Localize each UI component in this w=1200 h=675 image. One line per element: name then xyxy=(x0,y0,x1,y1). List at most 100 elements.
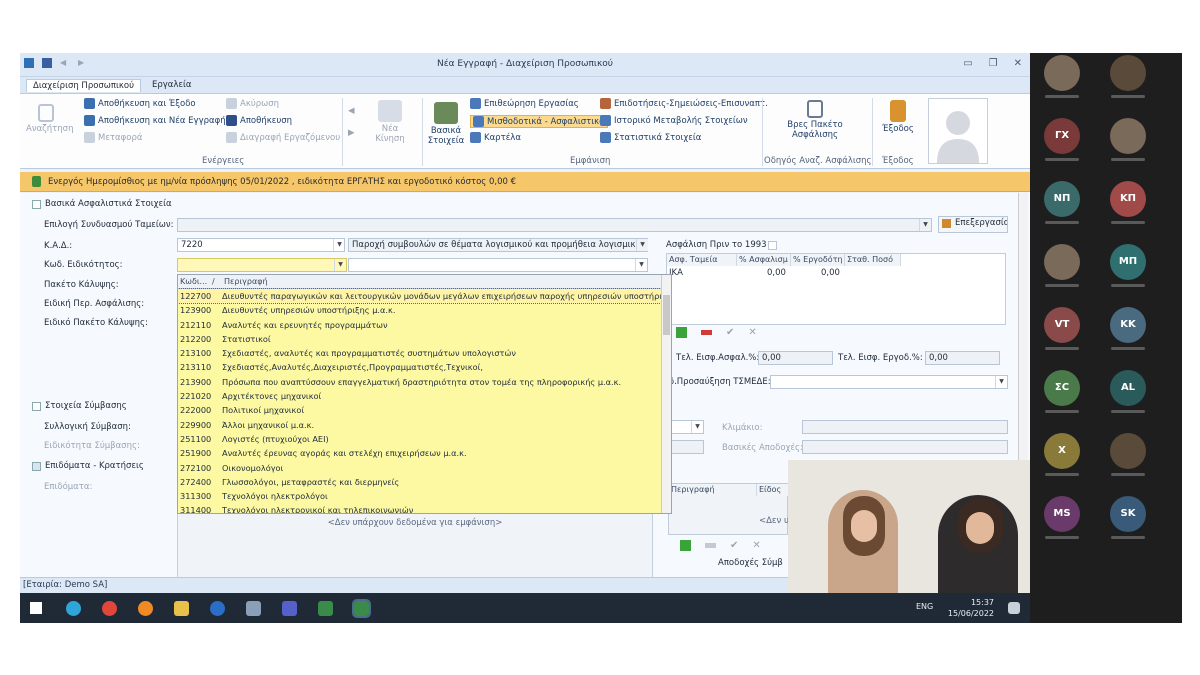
list-item[interactable]: 311300 Τεχνολόγοι ηλεκτρολόγοι xyxy=(178,489,671,503)
add-icon[interactable] xyxy=(676,327,687,338)
cancel-button[interactable]: Ακύρωση xyxy=(226,98,279,109)
section-benefits[interactable]: Επιδόματα - Κρατήσεις xyxy=(32,461,144,471)
kad-description-field[interactable]: Παροχή συμβουλών σε θέματα λογισμικού κα… xyxy=(348,238,648,252)
specialty-description-field[interactable]: ▼ xyxy=(348,258,648,272)
section-contract[interactable]: Στοιχεία Σύμβασης xyxy=(32,401,127,411)
specialty-dropdown-list[interactable]: Κωδι... / Περιγραφή 122700 Διευθυντές παρ… xyxy=(177,274,672,514)
edit-button[interactable]: Επεξεργασία xyxy=(938,216,1008,233)
list-item[interactable]: 251100 Λογιστές (πτυχιούχοι ΑΕΙ) xyxy=(178,432,671,446)
close-icon[interactable]: ✕ xyxy=(752,540,760,551)
participant-avatar[interactable] xyxy=(1110,433,1146,469)
participant-initials-avatar[interactable]: ΚΚ xyxy=(1110,307,1146,343)
check-icon[interactable]: ✔ xyxy=(730,540,738,551)
kad-dropdown[interactable]: ▼ xyxy=(332,239,345,251)
list-item[interactable]: 213110 Σχεδιαστές,Αναλυτές,Διαχειριστές,Π… xyxy=(178,360,671,374)
list-item[interactable]: 222000 Πολιτικοί μηχανικοί xyxy=(178,403,671,417)
close-icon[interactable]: ✕ xyxy=(1014,58,1022,69)
tel-erg-field[interactable]: 0,00 xyxy=(925,351,1000,365)
tab-personnel[interactable]: Διαχείριση Προσωπικού xyxy=(26,79,142,92)
save-exit-button[interactable]: Αποθήκευση και Έξοδο xyxy=(84,98,196,109)
clock[interactable]: 15:37 15/06/2022 xyxy=(948,597,994,619)
participant-initials-avatar[interactable]: ΓΧ xyxy=(1044,118,1080,154)
participant-initials-avatar[interactable]: SK xyxy=(1110,496,1146,532)
app-icon[interactable] xyxy=(246,601,261,616)
code-column-header[interactable]: Κωδι... xyxy=(180,277,207,286)
participant-avatar[interactable] xyxy=(1110,55,1146,91)
participant-avatar[interactable] xyxy=(1044,55,1080,91)
participant-initials-avatar[interactable]: Χ xyxy=(1044,433,1080,469)
list-item[interactable]: 221020 Αρχιτέκτονες μηχανικοί xyxy=(178,389,671,403)
kad-desc-dropdown[interactable]: ▼ xyxy=(635,239,648,251)
list-item[interactable]: 122700 Διευθυντές παραγωγικών και λειτουρ… xyxy=(178,287,671,305)
list-item[interactable]: 123900 Διευθυντές υπηρεσιών υποστήριξης μ… xyxy=(178,303,671,317)
transfer-button[interactable]: Μεταφορά xyxy=(84,132,142,143)
firefox-icon[interactable] xyxy=(138,601,153,616)
insured-before-1993-checkbox[interactable] xyxy=(768,241,777,250)
history-button[interactable]: Ιστορικό Μεταβολής Στοιχείων xyxy=(600,115,748,126)
list-item[interactable]: 212200 Στατιστικοί xyxy=(178,332,671,346)
prev-arrow-icon[interactable]: ◀ xyxy=(348,106,355,116)
section-basic-insurance[interactable]: Βασικά Ασφαλιστικά Στοιχεία xyxy=(32,199,172,209)
payroll-insurance-button[interactable]: Μισθοδοτικά - Ασφαλιστικά xyxy=(470,115,608,128)
list-item[interactable]: 251900 Αναλυτές έρευνας αγοράς και στελέχ… xyxy=(178,446,671,460)
next-arrow-icon[interactable]: ▶ xyxy=(348,128,355,138)
add-icon[interactable] xyxy=(680,540,691,551)
search-button[interactable]: Αναζήτηση xyxy=(26,104,73,134)
list-item[interactable]: 213100 Σχεδιαστές, αναλυτές και προγραμμα… xyxy=(178,346,671,360)
delete-employee-button[interactable]: Διαγραφή Εργαζόμενου xyxy=(226,132,340,143)
participant-initials-avatar[interactable]: MS xyxy=(1044,496,1080,532)
list-item[interactable]: 272400 Γλωσσολόγοι, μεταφραστές και διερμ… xyxy=(178,475,671,489)
check-icon[interactable]: ✔ xyxy=(726,327,734,338)
participant-initials-avatar[interactable]: ΚΠ xyxy=(1110,181,1146,217)
chrome-icon[interactable] xyxy=(102,601,117,616)
windows-start-icon[interactable] xyxy=(30,602,42,614)
restore-icon[interactable]: ❐ xyxy=(989,58,998,69)
tab-tools[interactable]: Εργαλεία xyxy=(146,79,198,91)
kad-field[interactable]: 7220 xyxy=(177,238,345,252)
column-header[interactable]: Ασφ. Ταμεία xyxy=(667,254,737,266)
dropdown-scrollbar[interactable] xyxy=(661,275,671,513)
column-header[interactable]: Σταθ. Ποσό xyxy=(845,254,901,266)
klimakio-field[interactable] xyxy=(802,420,1008,434)
participant-initials-avatar[interactable]: ΣC xyxy=(1044,370,1080,406)
participant-initials-avatar[interactable]: ΜΠ xyxy=(1110,244,1146,280)
language-indicator[interactable]: ENG xyxy=(916,602,933,611)
column-header[interactable]: % Εργοδότη xyxy=(791,254,845,266)
card-button[interactable]: Καρτέλα xyxy=(470,132,521,143)
file-explorer-icon[interactable] xyxy=(174,601,189,616)
remove-icon[interactable] xyxy=(701,330,712,335)
employee-photo[interactable] xyxy=(928,98,988,164)
tel-asf-field[interactable]: 0,00 xyxy=(758,351,833,365)
list-item[interactable]: 311400 Τεχνολόγοι ηλεκτρονικοί και τηλεπι… xyxy=(178,503,671,513)
exit-button[interactable]: Έξοδος xyxy=(878,100,918,134)
specialty-code-field[interactable]: ▼ xyxy=(177,258,347,272)
list-item[interactable]: 229900 Άλλοι μηχανικοί μ.α.κ. xyxy=(178,418,671,432)
remove-icon[interactable] xyxy=(705,543,716,548)
fund-combo-select[interactable]: ▼ xyxy=(177,218,932,232)
work-inspection-button[interactable]: Επιθεώρηση Εργασίας xyxy=(470,98,579,109)
save-button[interactable]: Αποθήκευση xyxy=(226,115,292,126)
participant-avatar[interactable] xyxy=(1110,118,1146,154)
teamviewer-icon[interactable] xyxy=(210,601,225,616)
basic-info-button[interactable]: Βασικά Στοιχεία xyxy=(426,102,466,146)
new-move-button[interactable]: Νέα Κίνηση xyxy=(368,100,412,144)
basic-pay-field[interactable] xyxy=(802,440,1008,454)
edge-icon[interactable] xyxy=(66,601,81,616)
participant-initials-avatar[interactable]: ΝΠ xyxy=(1044,181,1080,217)
minimize-icon[interactable]: ▭ xyxy=(963,58,972,69)
column-header[interactable]: Περιγραφή xyxy=(669,484,757,496)
participant-avatar[interactable] xyxy=(1044,244,1080,280)
list-item[interactable]: 213900 Πρόσωπα που αναπτύσσουν επαγγελματ… xyxy=(178,375,671,389)
statistics-button[interactable]: Στατιστικά Στοιχεία xyxy=(600,132,701,143)
notification-icon[interactable] xyxy=(1008,602,1020,614)
scroll-thumb[interactable] xyxy=(663,295,670,335)
find-package-button[interactable]: Βρες Πακέτο Ασφάλισης xyxy=(780,100,850,140)
participant-initials-avatar[interactable]: AL xyxy=(1110,370,1146,406)
close-icon[interactable]: ✕ xyxy=(748,327,756,338)
payroll-app-icon[interactable] xyxy=(318,601,333,616)
list-item[interactable]: 272100 Οικονομολόγοι xyxy=(178,461,671,475)
list-item[interactable]: 212110 Αναλυτές και ερευνητές προγραμμάτω… xyxy=(178,318,671,332)
teams-icon[interactable] xyxy=(282,601,297,616)
tsmede-select[interactable]: ▼ xyxy=(770,375,1008,389)
allowances-button[interactable]: Επιδοτήσεις-Σημειώσεις-Επισυναπτ. xyxy=(600,98,768,109)
